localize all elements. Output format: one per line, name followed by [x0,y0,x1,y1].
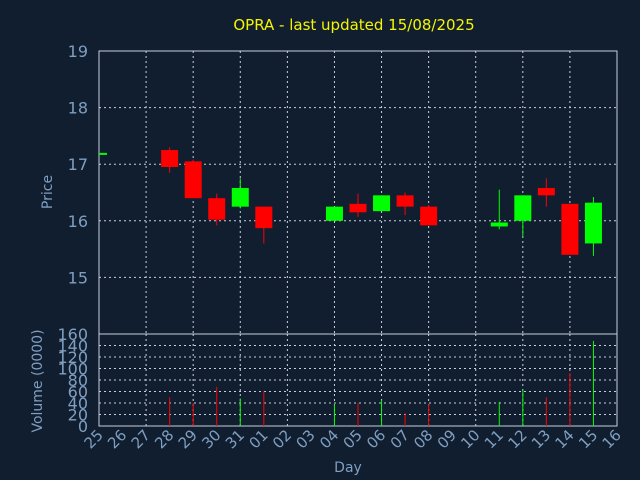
candle-body [584,202,602,244]
candlestick [514,195,532,237]
candlestick [255,206,273,244]
candlestick [373,195,391,212]
candle-body [396,195,414,207]
candlestick [490,189,508,230]
x-tick-label: 28 [151,426,177,452]
x-tick-label: 26 [104,426,130,452]
volume-panel: 020406080100120140160 Volume (0000) [30,325,618,436]
volume-axis-label: Volume (0000) [30,329,46,432]
x-tick-label: 08 [410,426,436,452]
candle-body [420,206,438,226]
candlestick [99,152,107,155]
candle-body [161,150,179,168]
candle-body [99,152,107,155]
candlestick-series [99,147,602,256]
price-axis-label: Price [40,175,56,209]
volume-bar-series [169,340,594,426]
candlestick [537,178,555,207]
candlestick [349,193,367,217]
x-tick-label: 10 [457,426,483,452]
x-tick-label: 29 [175,426,201,452]
x-tick-labels: 2526272829303101020304050607080910111213… [81,426,625,452]
price-tick-label: 15 [68,268,88,287]
candlestick [325,206,343,221]
stock-chart: OPRA - last updated 15/08/2025 151617181… [30,16,625,476]
candlestick [396,192,414,216]
candle-body [325,206,343,221]
price-panel: 15 16 17 18 19 Price [40,42,618,335]
price-tick-label: 19 [68,42,88,61]
x-tick-label: 03 [293,426,319,452]
candlestick [420,204,438,226]
volume-y-ticks: 020406080100120140160 [57,325,88,436]
volume-tick-label: 160 [57,325,88,344]
x-tick-label: 12 [504,426,530,452]
candle-body [537,187,555,196]
price-tick-label: 16 [68,212,88,231]
x-tick-label: 02 [269,426,295,452]
candle-body [231,187,249,207]
x-tick-label: 11 [481,426,507,452]
candle-body [490,222,508,227]
price-y-ticks: 15 16 17 18 19 [68,42,88,287]
candle-body [561,203,579,255]
candlestick [584,197,602,256]
candle-body [255,206,273,229]
price-tick-label: 18 [68,99,88,118]
candle-body [349,203,367,213]
x-tick-label: 27 [128,426,154,452]
x-tick-label: 16 [599,426,625,452]
x-tick-label: 09 [434,426,460,452]
candlestick [184,159,202,199]
x-axis-label: Day [334,460,362,476]
candlestick [561,203,579,255]
candle-body [373,195,391,212]
candle-body [208,198,226,220]
x-tick-label: 06 [363,426,389,452]
candlestick [231,178,249,209]
candle-body [514,195,532,221]
x-tick-label: 01 [245,426,271,452]
x-tick-label: 05 [340,426,366,452]
price-tick-label: 17 [68,155,88,174]
x-axis: 2526272829303101020304050607080910111213… [81,426,625,476]
x-tick-label: 04 [316,426,342,452]
x-tick-label: 15 [575,426,601,452]
candle-body [184,161,202,199]
candlestick [161,147,179,173]
x-tick-label: 13 [528,426,554,452]
x-tick-label: 31 [222,426,248,452]
chart-title: OPRA - last updated 15/08/2025 [233,16,474,34]
x-tick-label: 07 [387,426,413,452]
x-tick-label: 30 [198,426,224,452]
x-tick-label: 14 [552,426,578,452]
